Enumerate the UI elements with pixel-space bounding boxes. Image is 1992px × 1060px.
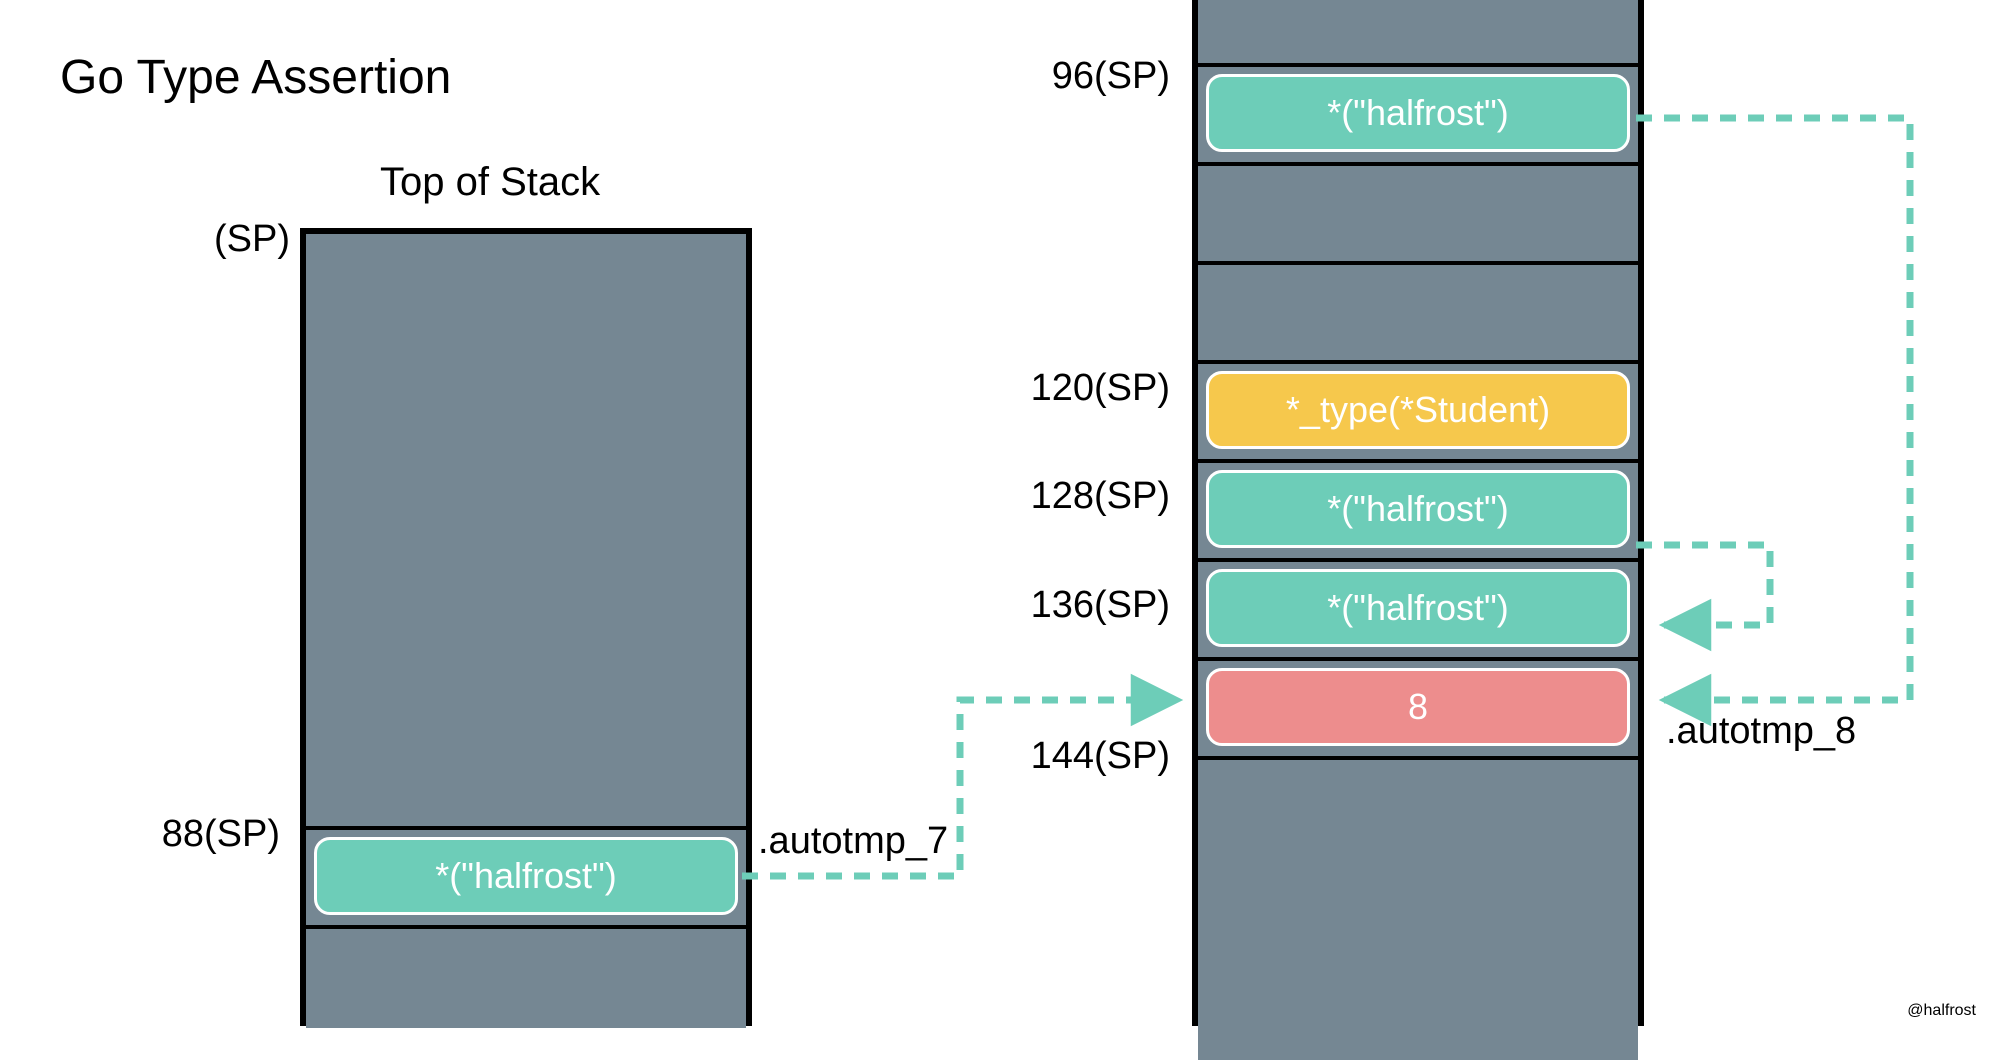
arrow-96-to-136	[1636, 118, 1910, 700]
right-pill-144-text: 8	[1408, 686, 1428, 728]
offset-88-label: 88(SP)	[90, 813, 280, 856]
right-cell-136: *("halfrost")	[1198, 562, 1638, 661]
offset-144-label: 144(SP)	[980, 735, 1170, 778]
right-pill-96-text: *("halfrost")	[1327, 92, 1509, 134]
left-stack-empty	[306, 234, 746, 830]
right-pill-136: *("halfrost")	[1206, 569, 1630, 647]
diagram-title: Go Type Assertion	[60, 50, 451, 105]
offset-136-label: 136(SP)	[980, 584, 1170, 627]
right-pill-128: *("halfrost")	[1206, 470, 1630, 548]
left-pill-88: *("halfrost")	[314, 837, 738, 915]
top-of-stack-label: Top of Stack	[380, 160, 600, 205]
right-pill-120-text: *_type(*Student)	[1286, 389, 1550, 431]
right-cell-bottom-filler	[1198, 760, 1638, 1060]
right-cell-144: 8	[1198, 661, 1638, 760]
sp-label: (SP)	[170, 218, 290, 261]
right-pill-96: *("halfrost")	[1206, 74, 1630, 152]
autotmp7-label: .autotmp_7	[758, 820, 1018, 863]
right-cell-120: *_type(*Student)	[1198, 364, 1638, 463]
right-stack: *("halfrost") *_type(*Student) *("halfro…	[1192, 0, 1644, 1026]
offset-120-label: 120(SP)	[980, 367, 1170, 410]
left-pill-88-text: *("halfrost")	[435, 855, 617, 897]
right-pill-128-text: *("halfrost")	[1327, 488, 1509, 530]
offset-96-label: 96(SP)	[980, 55, 1170, 98]
left-stack: *("halfrost")	[300, 228, 752, 1026]
right-cell-104	[1198, 166, 1638, 265]
right-cell-128: *("halfrost")	[1198, 463, 1638, 562]
right-pill-120: *_type(*Student)	[1206, 371, 1630, 449]
offset-128-label: 128(SP)	[980, 475, 1170, 518]
right-pill-136-text: *("halfrost")	[1327, 587, 1509, 629]
right-cell-112	[1198, 265, 1638, 364]
right-cell-96: *("halfrost")	[1198, 67, 1638, 166]
credit: @halfrost	[1907, 1002, 1976, 1020]
right-pill-144: 8	[1206, 668, 1630, 746]
autotmp8-label: .autotmp_8	[1666, 710, 1926, 753]
arrow-128-to-136	[1636, 545, 1770, 625]
left-cell-88: *("halfrost")	[306, 830, 746, 929]
right-cell-top-partial	[1198, 0, 1638, 67]
left-cell-below	[306, 929, 746, 1028]
